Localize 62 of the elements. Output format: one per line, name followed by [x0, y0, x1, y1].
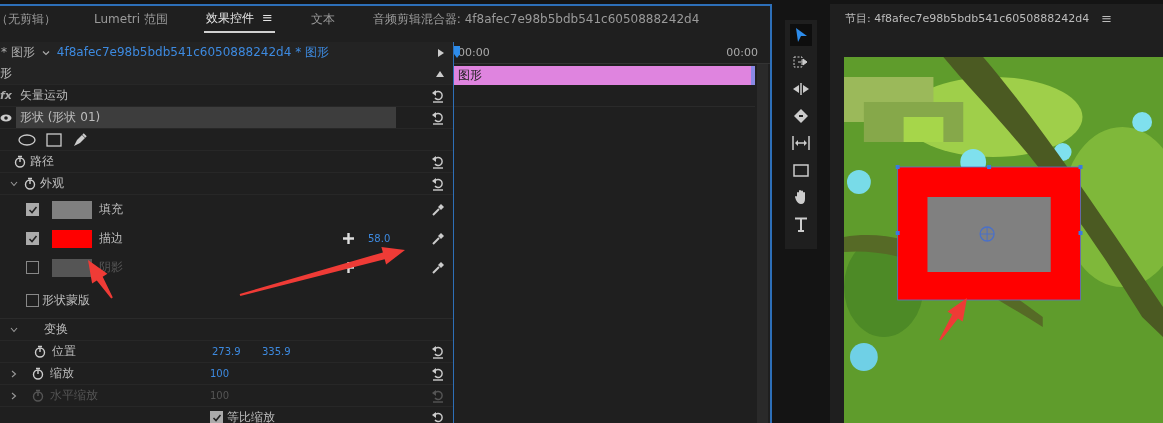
graphic-clip[interactable]: 图形 [454, 66, 755, 85]
add-icon[interactable] [343, 233, 354, 244]
annotation-arrow [88, 260, 113, 299]
collapse-icon[interactable] [435, 69, 445, 78]
panel-tab[interactable]: 效果控件 ≡ [203, 6, 275, 33]
end-timecode: 00:00 [726, 46, 758, 59]
checkbox[interactable] [210, 411, 223, 423]
color-swatch[interactable] [52, 229, 92, 248]
checkbox[interactable] [26, 232, 39, 245]
stopwatch-icon[interactable] [34, 345, 46, 358]
stopwatch-icon[interactable] [14, 155, 26, 168]
property-value[interactable]: 335.9 [262, 346, 312, 357]
property-label: 路径 [30, 153, 54, 170]
chevron-icon[interactable] [10, 179, 18, 188]
eyedropper-icon[interactable] [431, 231, 445, 246]
checkbox[interactable] [26, 203, 39, 216]
checkbox-label: 形状蒙版 [42, 291, 90, 309]
section-label: 形 [0, 65, 12, 82]
panel-tab[interactable]: 文本 [308, 7, 337, 32]
master-clip-label: * 图形 [1, 44, 35, 61]
eyedropper-icon[interactable] [431, 202, 445, 217]
rectangle-icon[interactable] [46, 132, 62, 147]
fx-badge[interactable]: fx [0, 89, 16, 102]
panel-tab[interactable]: Lumetri 范围 [92, 7, 170, 32]
reset-icon[interactable] [431, 154, 445, 169]
reset-icon[interactable] [431, 344, 445, 359]
checkbox[interactable] [26, 293, 39, 307]
color-swatch[interactable] [52, 200, 92, 219]
panel-menu-icon[interactable]: ≡ [1101, 11, 1113, 26]
appearance-label: 填充 [99, 201, 124, 218]
program-monitor-title: 节目: 4f8afec7e98b5bdb541c6050888242d4 [845, 11, 1090, 26]
ellipse-icon[interactable] [18, 133, 36, 146]
panel-tab[interactable]: 音频剪辑混合器: 4f8afec7e98b5bdb541c6050888242d4 [370, 7, 702, 32]
reset-icon[interactable] [431, 176, 445, 191]
eyedropper-icon[interactable] [431, 260, 445, 275]
checkbox-label: 等比缩放 [227, 409, 275, 423]
effect-label: 矢量运动 [20, 87, 68, 104]
reset-icon[interactable] [431, 410, 445, 423]
layer-name-bar[interactable]: 形状 (形状 01) [16, 107, 396, 128]
eye-icon[interactable] [0, 113, 12, 122]
stroke-width-value[interactable]: 58.0 [368, 233, 418, 244]
chevron-icon[interactable] [10, 369, 18, 378]
stopwatch-icon[interactable] [32, 367, 44, 380]
property-value[interactable]: 273.9 [212, 346, 262, 357]
reset-icon[interactable] [431, 88, 445, 103]
stopwatch-icon[interactable] [24, 177, 36, 190]
group-label: 外观 [40, 175, 64, 192]
group-label: 变换 [44, 321, 68, 338]
clip-name-link[interactable]: 4f8afec7e98b5bdb541c6050888242d4 * 图形 [56, 44, 431, 61]
annotation-arrow [939, 298, 967, 341]
property-label: 缩放 [50, 365, 75, 382]
property-value[interactable]: 100 [210, 368, 260, 379]
chevron-icon[interactable] [10, 325, 18, 334]
appearance-label: 描边 [99, 230, 124, 247]
dashed-box-arrow-icon[interactable] [793, 56, 809, 68]
panel-tab[interactable]: （无剪辑） [0, 7, 58, 32]
reset-icon[interactable] [431, 366, 445, 381]
split-arrows-icon[interactable] [792, 83, 810, 95]
property-label: 位置 [52, 343, 77, 360]
reset-icon[interactable] [431, 110, 445, 125]
pen-icon[interactable] [72, 131, 88, 148]
play-icon[interactable] [437, 47, 445, 58]
